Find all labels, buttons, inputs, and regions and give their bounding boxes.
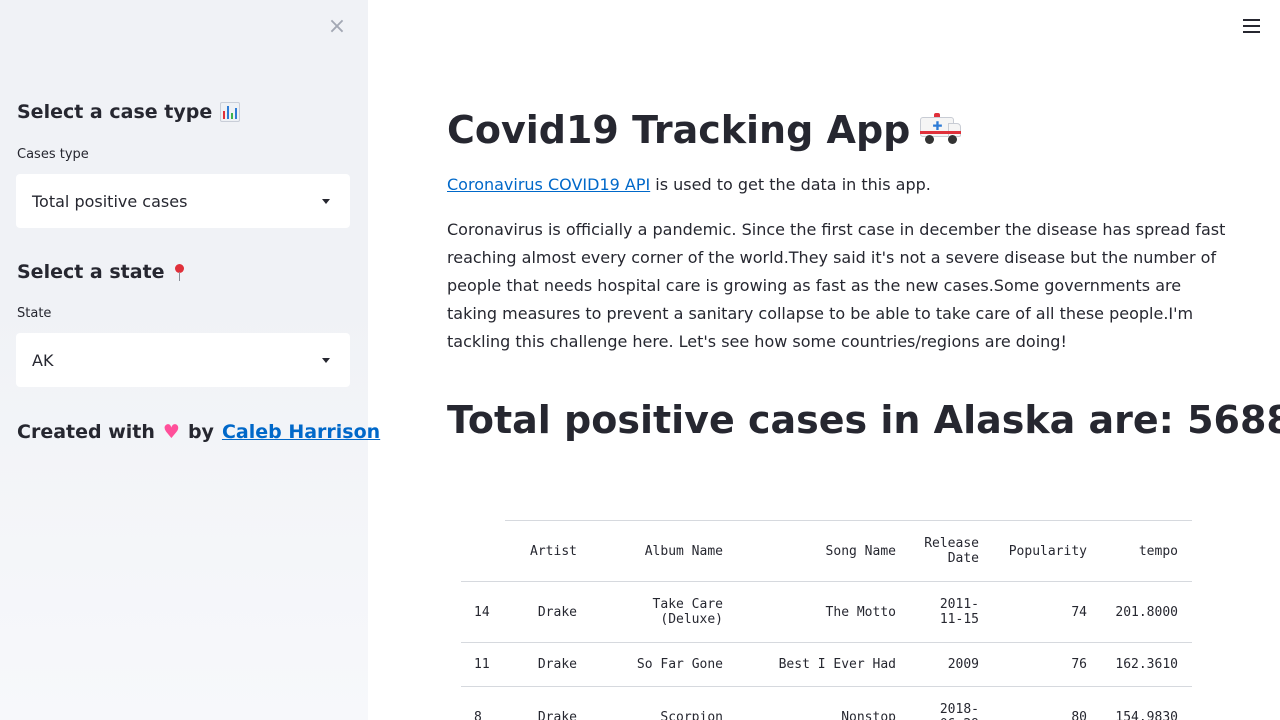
cell-artist: Drake [537,709,577,720]
column-header-album[interactable]: Album Name [591,520,737,582]
column-header-release-date[interactable]: Release Date [910,520,993,582]
table-header-row: Artist Album Name Song Name Release Date… [461,520,1192,582]
api-description: Coronavirus COVID19 API is used to get t… [447,175,931,194]
round-pushpin-icon [173,263,185,281]
cases-type-label: Cases type [17,147,89,162]
cell-album: Take Care (Deluxe) [652,597,723,627]
cell-release-date: 2018-06-29 [939,702,979,720]
cell-release-date: 2011-11-15 [939,597,979,627]
cell-popularity: 76 [1071,657,1087,672]
state-label: State [17,306,52,321]
cell-artist: Drake [537,604,577,620]
table-row: 14 Drake Take Care (Deluxe) The Motto 20… [461,581,1192,643]
chevron-down-icon [322,358,330,363]
hamburger-menu-icon[interactable] [1243,18,1260,34]
api-suffix: is used to get the data in this app. [650,175,931,194]
cases-type-select[interactable]: Total positive cases [16,174,350,228]
state-heading: Select a state [17,261,185,283]
cell-tempo: 154.9830 [1115,709,1178,720]
page-title: Covid19 Tracking App ✚ [447,108,962,152]
bar-chart-icon [220,102,241,122]
cell-tempo: 201.8000 [1115,604,1178,620]
author-link[interactable]: Caleb Harrison [222,421,380,443]
row-index: 11 [474,657,490,672]
chevron-down-icon [322,199,330,204]
state-heading-text: Select a state [17,261,165,283]
credit-by: by [187,421,214,443]
sparkling-heart-icon: ♥ [162,420,180,443]
case-type-heading: Select a case type [17,101,241,123]
data-table: Artist Album Name Song Name Release Date… [461,520,1192,720]
credit-line: Created with ♥ by Caleb Harrison [17,421,380,443]
table-row: 11 Drake So Far Gone Best I Ever Had 200… [461,642,1192,687]
case-type-heading-text: Select a case type [17,101,213,123]
cell-song: Nonstop [841,709,896,720]
cell-song: The Motto [825,604,896,620]
row-index: 8 [474,709,482,720]
column-header-song[interactable]: Song Name [737,520,910,582]
cell-album: Scorpion [660,709,723,720]
credit-prefix: Created with [17,421,155,443]
index-header [461,521,505,582]
column-header-popularity[interactable]: Popularity [993,520,1101,582]
cases-type-selected-value: Total positive cases [32,191,188,211]
cell-album: So Far Gone [636,657,723,672]
intro-paragraph: Coronavirus is officially a pandemic. Si… [447,220,1226,351]
sidebar: × Select a case type Cases type Total po… [0,0,380,720]
column-header-artist[interactable]: Artist [505,520,591,582]
ambulance-icon: ✚ [920,113,962,147]
column-header-tempo[interactable]: tempo [1101,520,1192,582]
cell-release-date: 2009 [947,657,979,672]
table-row: 8 Drake Scorpion Nonstop 2018-06-29 80 1… [461,686,1192,720]
cell-song: Best I Ever Had [778,657,896,672]
api-link[interactable]: Coronavirus COVID19 API [447,175,650,194]
close-icon: × [327,14,347,39]
cell-popularity: 80 [1071,709,1087,720]
cell-artist: Drake [537,657,577,672]
cell-popularity: 74 [1071,604,1087,620]
row-index: 14 [474,604,490,620]
state-select[interactable]: AK [16,333,350,387]
page-title-text: Covid19 Tracking App [447,108,911,152]
state-selected-value: AK [32,350,54,370]
cell-tempo: 162.3610 [1115,657,1178,672]
cases-heading: Total positive cases in Alaska are: 5688… [447,398,1280,442]
close-sidebar-button[interactable]: × [326,16,348,38]
